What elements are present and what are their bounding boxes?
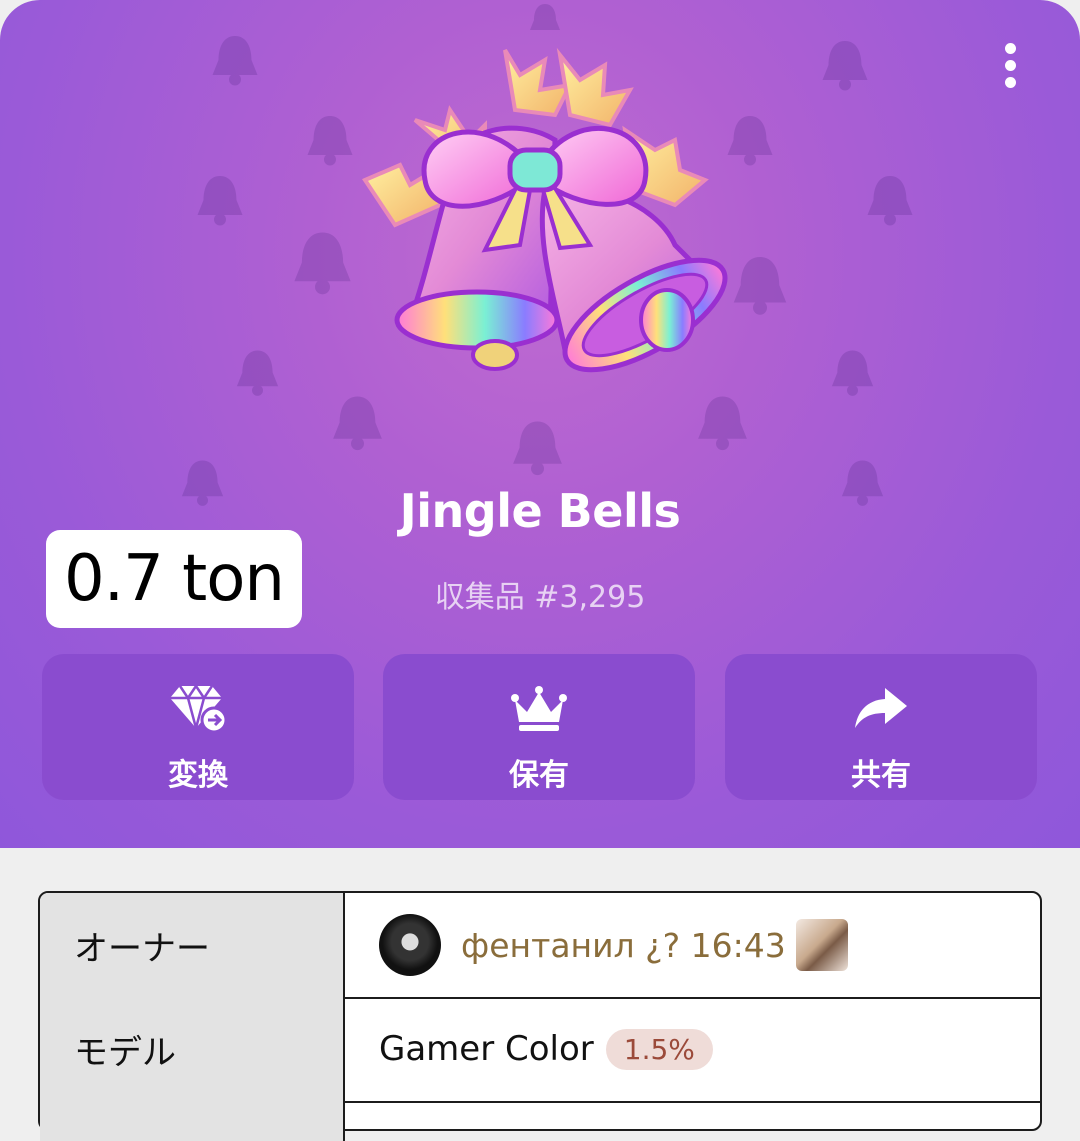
owner-emoji-status-icon (795, 919, 848, 971)
bell-pattern-icon (212, 36, 258, 86)
share-label: 共有 (851, 758, 911, 793)
bell-pattern-icon (197, 176, 243, 226)
owner-avatar[interactable] (379, 914, 441, 976)
more-vertical-icon (1004, 42, 1016, 54)
convert-label: 変換 (168, 758, 228, 793)
model-name: Gamer Color (379, 1029, 594, 1069)
bell-pattern-icon (867, 176, 913, 226)
jingle-bells-gift-image (362, 47, 728, 373)
gift-details-table: オーナー фентанил ¿? 16:43 モデル Gamer Color 1… (38, 891, 1042, 1141)
bell-pattern-icon (236, 350, 279, 396)
bell-pattern-icon (698, 396, 747, 451)
price-overlay: 0.7 ton (46, 530, 302, 628)
model-rarity-badge[interactable]: 1.5% (605, 1028, 713, 1070)
hold-label: 保有 (509, 758, 569, 793)
more-options-button[interactable] (990, 40, 1030, 90)
owner-name-link[interactable]: фентанил ¿? 16:43 (461, 926, 786, 965)
bell-pattern-icon (822, 41, 868, 91)
bell-pattern-icon (333, 396, 382, 451)
bell-pattern-icon (307, 116, 353, 166)
bell-pattern-icon (831, 350, 874, 396)
convert-button[interactable]: 変換 (42, 654, 354, 800)
bell-pattern-icon (513, 421, 562, 476)
diamond-convert-icon (170, 683, 228, 734)
gift-hero: Jingle Bells 収集品 #3,295 0.7 ton 変換 保有 共有 (0, 0, 1080, 848)
model-value: Gamer Color 1.5% (345, 997, 1040, 1101)
owner-key: オーナー (40, 893, 345, 997)
model-key: モデル (40, 997, 345, 1101)
owner-value: фентанил ¿? 16:43 (345, 893, 1040, 997)
share-arrow-icon (855, 688, 907, 728)
next-row (40, 1101, 1040, 1141)
owner-row: オーナー фентанил ¿? 16:43 (40, 893, 1040, 999)
crown-icon (511, 686, 567, 731)
hold-button[interactable]: 保有 (383, 654, 695, 800)
bell-pattern-icon (294, 232, 351, 295)
share-button[interactable]: 共有 (725, 654, 1037, 800)
model-row: モデル Gamer Color 1.5% (40, 997, 1040, 1103)
